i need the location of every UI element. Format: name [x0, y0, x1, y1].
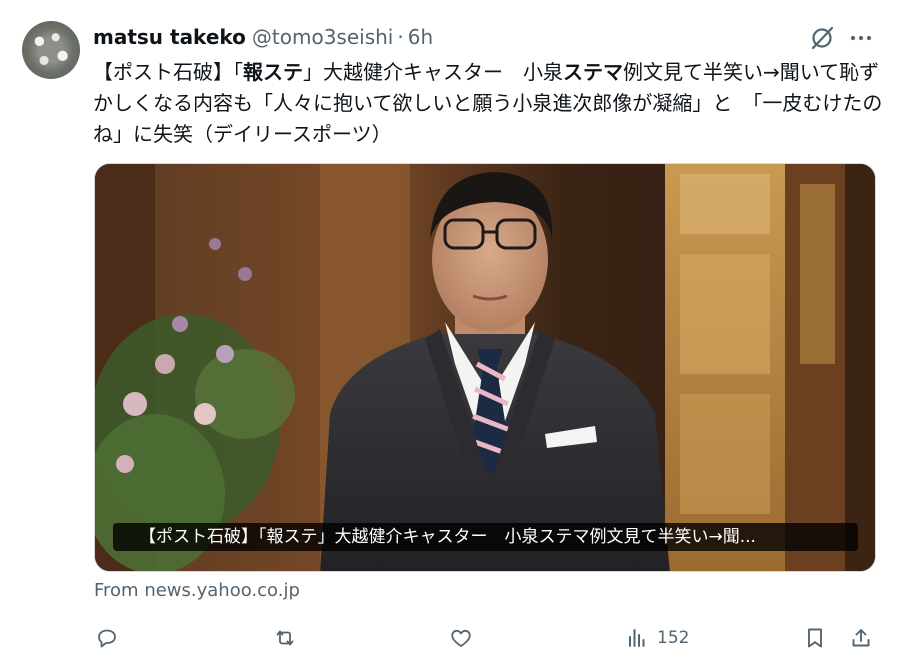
heart-icon [451, 629, 471, 647]
tweet-header: matsu takeko @tomo3seishi · 6h [93, 24, 433, 50]
like-button[interactable] [449, 622, 473, 654]
bookmark-button[interactable] [803, 622, 827, 654]
share-button[interactable] [849, 622, 873, 654]
action-bar: 152 [93, 622, 883, 654]
separator-dot: · [397, 25, 404, 49]
reply-button[interactable] [95, 622, 119, 654]
news-photo [95, 164, 875, 571]
more-options-icon[interactable] [846, 24, 876, 52]
text-part: 【ポスト石破】「 [93, 60, 243, 84]
share-icon [852, 629, 870, 647]
timestamp[interactable]: 6h [408, 25, 433, 49]
tweet-text: 【ポスト石破】「報ステ」大越健介キャスター 小泉ステマ例文見て半笑い→聞いて恥ず… [93, 57, 883, 150]
display-name[interactable]: matsu takeko [93, 25, 246, 49]
user-handle[interactable]: @tomo3seishi [252, 25, 393, 49]
reply-icon [98, 629, 116, 648]
text-part-bold: 報ステ [243, 60, 303, 84]
views-button[interactable]: 152 [625, 622, 689, 654]
grok-icon[interactable] [808, 24, 836, 52]
retweet-icon [276, 630, 294, 646]
text-part: 」大越健介キャスター 小泉 [303, 60, 563, 84]
media-caption: 【ポスト石破】「報ステ」大越健介キャスター 小泉ステマ例文見て半笑い→聞... [113, 523, 858, 551]
text-part-bold: ステマ [563, 60, 623, 84]
bookmark-icon [808, 628, 822, 648]
views-icon [629, 629, 645, 647]
retweet-button[interactable] [273, 622, 297, 654]
avatar[interactable] [22, 21, 80, 79]
source-link[interactable]: From news.yahoo.co.jp [94, 580, 300, 601]
link-card-image[interactable]: 【ポスト石破】「報ステ」大越健介キャスター 小泉ステマ例文見て半笑い→聞... [94, 163, 876, 572]
views-count: 152 [657, 628, 690, 648]
